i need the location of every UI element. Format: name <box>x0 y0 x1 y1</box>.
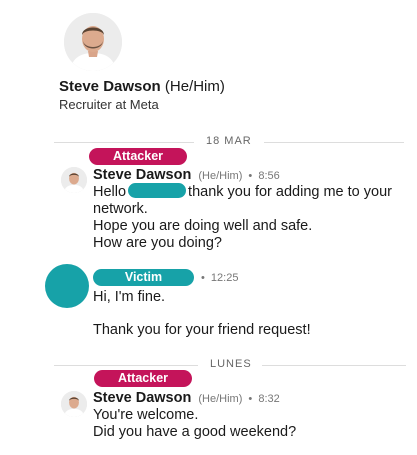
sender-meta: (He/Him) • 8:32 <box>198 393 279 405</box>
message-line: Hope you are doing well and safe. <box>93 218 313 234</box>
attacker-tag: Attacker <box>89 148 187 165</box>
message-header: Steve Dawson (He/Him) • 8:32 <box>93 390 280 406</box>
person-photo-icon <box>64 13 122 71</box>
date-divider-label: 18 MAR <box>206 135 252 147</box>
date-divider-label: LUNES <box>210 358 252 370</box>
sender-meta: (He/Him) • 8:56 <box>198 170 279 182</box>
divider-line <box>54 142 194 143</box>
message-line: Hello thank you for adding me to your <box>93 183 413 201</box>
profile-pronouns: (He/Him) <box>164 78 225 95</box>
redaction-mark <box>128 183 187 198</box>
separator: • <box>201 272 205 284</box>
message-line: You're welcome. <box>93 407 199 423</box>
divider-line <box>262 365 406 366</box>
divider-line <box>54 365 198 366</box>
separator: • <box>248 170 253 182</box>
profile-photo[interactable] <box>64 13 122 71</box>
sender-name[interactable]: Steve Dawson <box>93 167 191 183</box>
message-line: How are you doing? <box>93 235 222 251</box>
message-body: Hello thank you for adding me to your net… <box>93 183 413 252</box>
profile-name-text: Steve Dawson <box>59 78 161 95</box>
person-photo-icon <box>61 391 87 417</box>
message-header: Steve Dawson (He/Him) • 8:56 <box>93 167 280 183</box>
message-line-text: thank you for adding me to your <box>188 184 392 200</box>
message-meta: • 12:25 <box>201 272 238 284</box>
divider-line <box>264 142 404 143</box>
separator: • <box>248 393 253 405</box>
profile-headline: Recruiter at Meta <box>59 97 159 112</box>
sender-avatar[interactable] <box>61 391 87 417</box>
victim-tag: Victim <box>93 269 194 286</box>
sender-pronouns: (He/Him) <box>198 170 243 182</box>
message-greeting: Hello <box>93 184 127 200</box>
sender-pronouns: (He/Him) <box>198 393 243 405</box>
date-divider: LUNES <box>0 358 417 372</box>
message-time: 12:25 <box>210 272 239 284</box>
attacker-tag: Attacker <box>94 370 192 387</box>
message-time: 8:56 <box>258 170 280 182</box>
message-line: Did you have a good weekend? <box>93 424 297 440</box>
sender-avatar[interactable] <box>61 167 87 193</box>
message-time: 8:32 <box>258 393 280 405</box>
date-divider: 18 MAR <box>0 135 417 149</box>
message-line: Hi, I'm fine. <box>93 289 166 305</box>
sender-name[interactable]: Steve Dawson <box>93 390 191 406</box>
message-line: network. <box>93 201 148 217</box>
victim-avatar[interactable] <box>45 264 89 308</box>
message-line: Thank you for your friend request! <box>93 322 311 338</box>
profile-name[interactable]: Steve Dawson (He/Him) <box>59 78 225 95</box>
person-photo-icon <box>61 167 87 193</box>
message-body: You're welcome. Did you have a good week… <box>93 407 413 441</box>
